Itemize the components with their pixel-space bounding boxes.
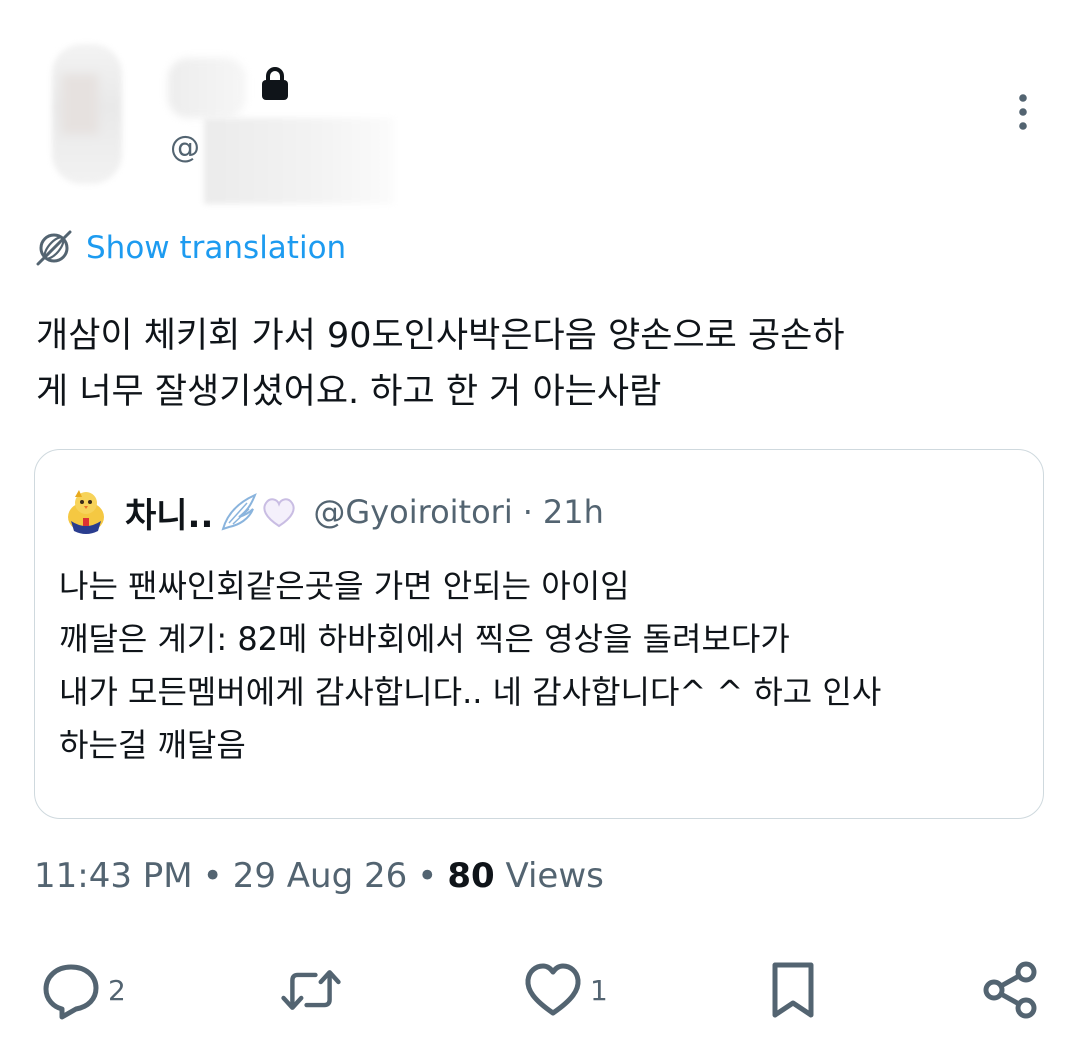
quoted-name-emojis [217, 491, 299, 533]
quoted-text-line: 하는걸 깨달음 [59, 726, 246, 764]
share-button[interactable] [980, 960, 1042, 1020]
like-count: 1 [590, 973, 608, 1007]
share-icon [983, 961, 1037, 1019]
show-translation-label: Show translation [86, 230, 347, 266]
wing-emoji [221, 493, 258, 531]
meta-separator: • [417, 856, 438, 896]
like-icon [525, 963, 581, 1016]
quoted-tweet-header: 차니.. @Gyoiroitori · 21h [61, 482, 604, 542]
quoted-display-name[interactable]: 차니.. [125, 488, 213, 537]
bookmark-icon [772, 962, 814, 1018]
tweet-time[interactable]: 11:43 PM [34, 856, 193, 896]
bookmark-button[interactable] [762, 960, 824, 1020]
white-heart-emoji [263, 498, 296, 528]
lock-icon [262, 67, 288, 100]
reply-count: 2 [108, 973, 126, 1007]
quoted-text-line: 깨달은 계기: 82메 하바회에서 찍은 영상을 돌려보다가 [59, 620, 790, 658]
quoted-tweet-text: 나는 팬싸인회같은곳을 가면 안되는 아이임 깨달은 계기: 82메 하바회에서… [59, 560, 1029, 772]
quoted-tweet-card[interactable]: 차니.. @Gyoiroitori · 21h 나는 팬싸인회같은곳을 가면 안… [34, 449, 1044, 819]
show-translation-button[interactable]: Show translation [34, 226, 346, 270]
tweet-meta: 11:43 PM • 29 Aug 26 • 80 Views [34, 856, 604, 896]
views-label[interactable]: Views [505, 856, 603, 896]
more-vertical-icon[interactable] [1008, 92, 1038, 132]
translate-globe-icon [36, 230, 72, 266]
quoted-text-line: 나는 팬싸인회같은곳을 가면 안되는 아이임 [59, 567, 630, 605]
author-handle[interactable] [204, 118, 394, 204]
bird-avatar-icon[interactable] [61, 487, 111, 537]
retweet-icon [281, 970, 341, 1010]
views-count[interactable]: 80 [447, 856, 494, 896]
quoted-separator: · [522, 493, 533, 531]
author-avatar[interactable] [52, 44, 122, 184]
author-display-name[interactable] [168, 58, 246, 118]
tweet-text-line: 게 너무 잘생기셨어요. 하고 한 거 아는사람 [36, 372, 662, 412]
reply-button[interactable]: 2 [40, 960, 126, 1020]
author-handle-prefix: @ [170, 130, 200, 165]
quoted-timestamp[interactable]: 21h [543, 493, 604, 531]
tweet-text-line: 개삼이 체키회 가서 90도인사박은다음 양손으로 공손하 [36, 316, 845, 356]
meta-separator: • [202, 856, 223, 896]
quoted-handle[interactable]: @Gyoiroitori [313, 493, 512, 531]
tweet-text: 개삼이 체키회 가서 90도인사박은다음 양손으로 공손하 게 너무 잘생기셨어… [36, 308, 1046, 420]
tweet-date[interactable]: 29 Aug 26 [233, 856, 408, 896]
reply-icon [43, 964, 99, 1020]
like-button[interactable]: 1 [522, 960, 608, 1020]
retweet-button[interactable] [280, 960, 342, 1020]
quoted-text-line: 내가 모든멤버에게 감사합니다.. 네 감사합니다^ ^ 하고 인사 [59, 673, 882, 711]
